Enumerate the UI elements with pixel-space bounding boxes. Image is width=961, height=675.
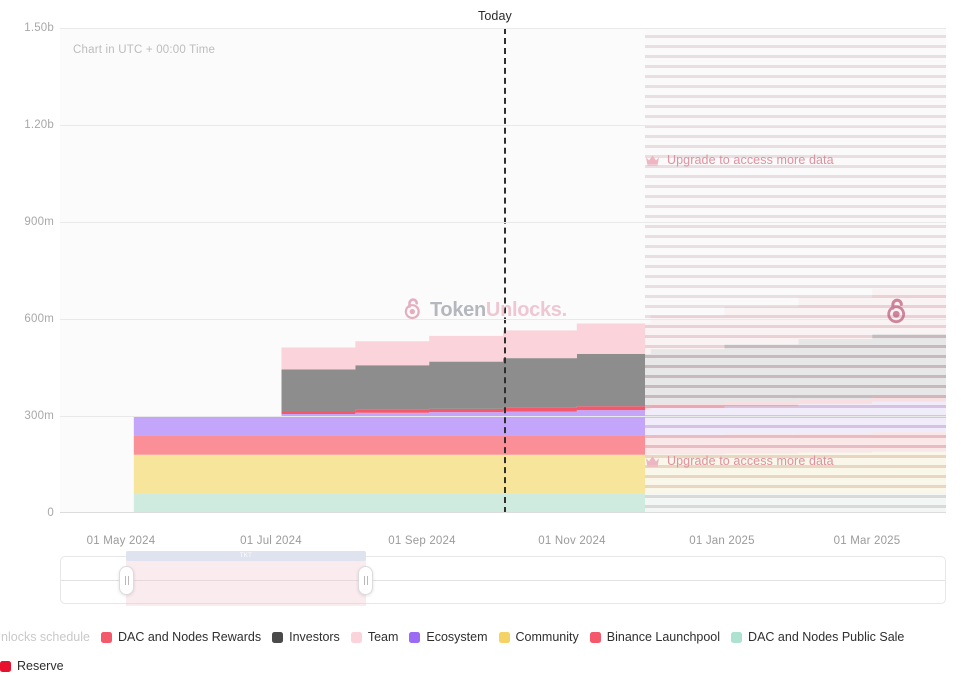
legend-item-dac-and-nodes-rewards[interactable]: DAC and Nodes Rewards <box>100 629 262 644</box>
x-axis-tick-label: 01 Mar 2025 <box>833 535 901 547</box>
chart-legend: Unlocks schedule DAC and Nodes Rewards In… <box>0 630 961 673</box>
legend-swatch <box>589 631 601 643</box>
legend-swatch <box>350 631 362 643</box>
chart-area: Chart in UTC + 00:00 Time 0 300m 600m 900m 1… <box>0 0 961 547</box>
x-axis-tick-label: 01 Jan 2025 <box>689 535 755 547</box>
range-slider-handle-right[interactable] <box>358 566 373 595</box>
y-axis-tick-label: 900m <box>24 216 54 228</box>
today-marker-line <box>504 28 506 513</box>
legend-swatch <box>0 660 11 672</box>
y-axis-tick-label: 600m <box>24 313 54 325</box>
range-slider-tag: TKT <box>126 551 366 561</box>
legend-item-investors[interactable]: Investors <box>272 631 340 644</box>
series-area-dac-and-nodes-public-sale <box>60 493 946 513</box>
upgrade-banner-bottom[interactable]: Upgrade to access more data <box>645 454 834 468</box>
upgrade-banner-top-label: Upgrade to access more data <box>667 153 834 167</box>
legend-swatch <box>100 631 112 643</box>
range-slider-selection[interactable] <box>126 556 366 606</box>
range-slider[interactable]: TKT <box>60 551 946 606</box>
x-axis-tick-label: 01 Jul 2024 <box>240 535 302 547</box>
legend-swatch <box>731 631 743 643</box>
legend-item-community[interactable]: Community <box>498 629 579 644</box>
legend-swatch <box>272 631 284 643</box>
legend-item-label: DAC and Nodes Public Sale <box>748 629 905 644</box>
x-axis-tick-label: 01 May 2024 <box>86 535 156 547</box>
y-axis-tick-label: 1.20b <box>24 119 54 131</box>
legend-item-binance-launchpool[interactable]: Binance Launchpool <box>589 629 721 644</box>
range-slider-handle-left[interactable] <box>119 566 134 595</box>
legend-swatch <box>409 631 421 643</box>
stacked-area-series <box>60 279 946 513</box>
legend-item-ecosystem[interactable]: Ecosystem <box>409 629 488 644</box>
crown-icon <box>645 154 660 166</box>
x-axis-tick-label: 01 Nov 2024 <box>538 535 606 547</box>
legend-item-label: Community <box>515 629 579 644</box>
upgrade-banner-top[interactable]: Upgrade to access more data <box>645 153 834 167</box>
upgrade-banner-bottom-label: Upgrade to access more data <box>667 454 834 468</box>
legend-swatch <box>498 631 510 643</box>
y-axis-tick-label: 1.50b <box>24 22 54 34</box>
token-unlocks-chart-page: Today Chart in UTC + 00:00 Time 0 300m 600… <box>0 0 961 675</box>
y-axis-tick-label: 0 <box>47 507 54 519</box>
legend-item-dac-and-nodes-public-sale[interactable]: DAC and Nodes Public Sale <box>731 631 904 644</box>
x-axis-tick-label: 01 Sep 2024 <box>388 535 456 547</box>
legend-item-label: Reserve <box>17 659 64 673</box>
legend-item-label: Ecosystem <box>426 629 488 644</box>
legend-item-reserve[interactable]: Reserve <box>0 660 64 673</box>
plot-canvas[interactable]: Chart in UTC + 00:00 Time <box>60 28 946 513</box>
y-axis-tick-label: 300m <box>24 410 54 422</box>
crown-icon <box>645 455 660 467</box>
legend-item-label: DAC and Nodes Rewards <box>117 629 262 644</box>
legend-item-label: Investors <box>289 629 340 644</box>
legend-title: Unlocks schedule <box>0 630 90 644</box>
legend-item-label: Team <box>367 629 399 644</box>
legend-item-label: Binance Launchpool <box>606 629 721 644</box>
utc-note: Chart in UTC + 00:00 Time <box>73 44 216 56</box>
legend-item-team[interactable]: Team <box>350 629 399 644</box>
